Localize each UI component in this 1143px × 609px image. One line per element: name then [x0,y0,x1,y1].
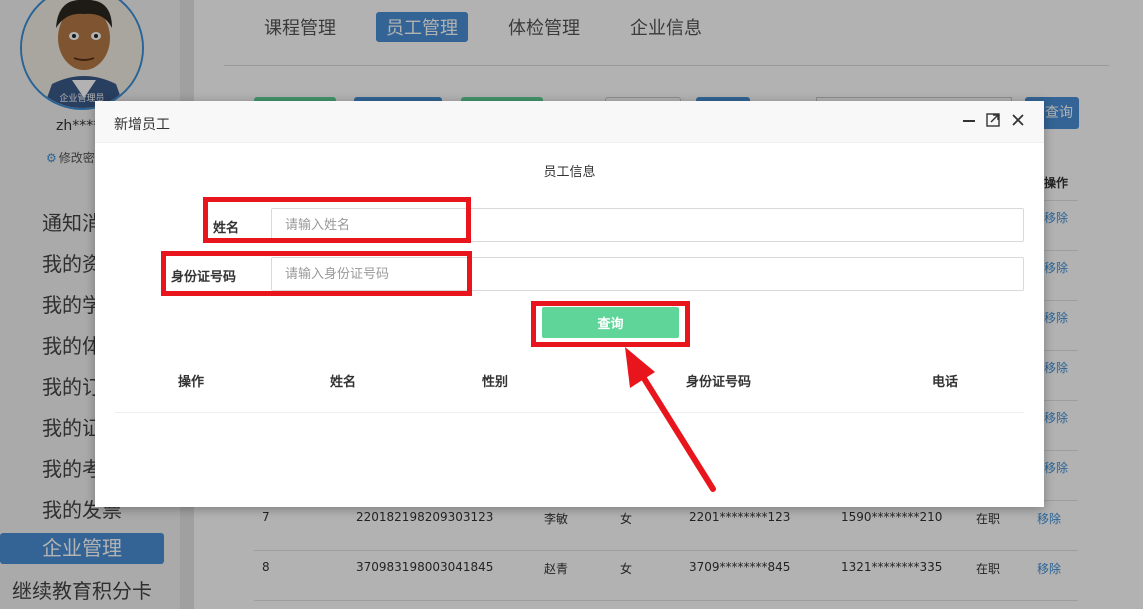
annotation-box-idcard [161,251,472,296]
column-idcard: 身份证号码 [686,375,752,390]
table-header-divider [115,412,1024,413]
column-operation: 操作 [178,375,205,390]
dialog-title: 新增员工 [114,117,170,133]
annotation-box-name [203,197,471,243]
maximize-icon[interactable] [983,112,1003,132]
column-gender: 性别 [482,375,509,390]
annotation-box-query [531,301,690,347]
minimize-icon[interactable] [959,112,979,132]
close-icon[interactable] [1008,112,1028,132]
column-phone: 电话 [932,375,959,390]
column-name: 姓名 [330,375,357,390]
dialog-header: 新增员工 [95,101,1044,143]
section-title: 员工信息 [543,165,596,180]
